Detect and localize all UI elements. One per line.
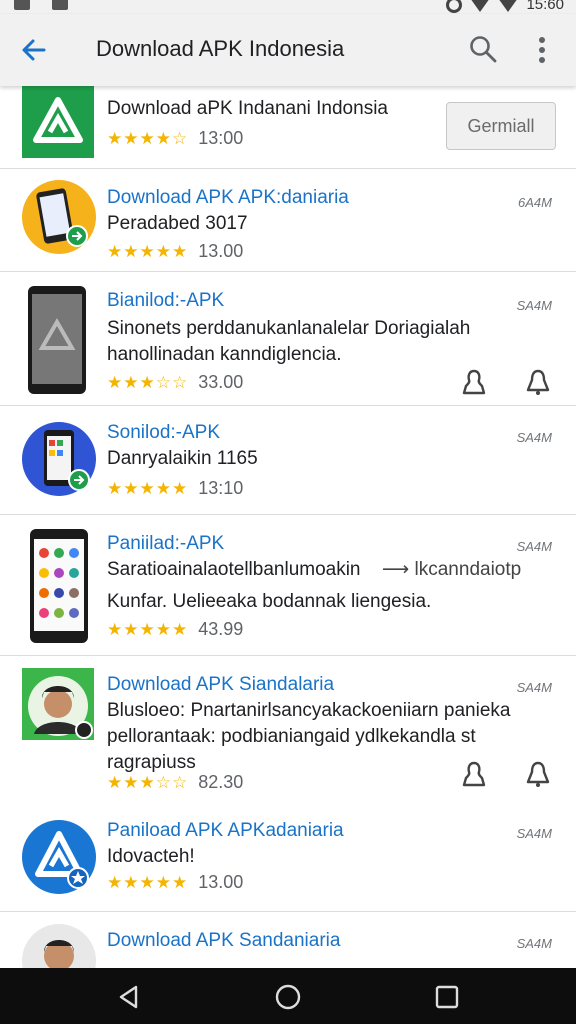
- app-rating: ★★★★★ 13.00: [107, 241, 243, 262]
- recents-nav-icon[interactable]: [434, 984, 460, 1010]
- app-description: Peradabed 3017: [107, 213, 248, 234]
- rating-value: 43.99: [198, 619, 244, 639]
- app-row[interactable]: Paniilad:-APK Saratioainalaotellbanlumoa…: [0, 515, 576, 656]
- notification-bell-icon[interactable]: [524, 368, 552, 396]
- rating-stars: ★★★★★: [107, 619, 189, 639]
- back-arrow-icon[interactable]: [20, 36, 48, 64]
- app-row[interactable]: Bianilod:-APK Sinonets perddanukanlanale…: [0, 272, 576, 406]
- rating-value: 33.00: [198, 372, 244, 392]
- app-size: SA4M: [516, 430, 552, 445]
- app-rating: ★★★★★ 43.99: [107, 619, 243, 640]
- app-icon-phone: [28, 286, 86, 394]
- notification-icon: [14, 0, 30, 10]
- app-row[interactable]: Download APK Siandalaria Blusloeo: Pnart…: [0, 656, 576, 806]
- app-name: Bianilod:-APK: [107, 290, 225, 311]
- app-name: Sonilod:-APK: [107, 422, 221, 443]
- app-row[interactable]: Paniload APK APKadaniaria Idovacteh! ★★★…: [0, 806, 576, 912]
- app-bar: Download APK Indonesia: [0, 14, 576, 86]
- status-time: 15:60: [526, 0, 564, 13]
- rating-value: 13:10: [198, 478, 244, 498]
- page-title: Download APK Indonesia: [96, 36, 345, 61]
- featured-app-row[interactable]: Download aPK Indanani Indonsia ★★★★☆ 13:…: [0, 86, 576, 169]
- app-size: SA4M: [516, 298, 552, 313]
- rating-value: 82.30: [198, 772, 244, 792]
- install-button[interactable]: Germiall: [446, 102, 556, 150]
- app-size: SA4M: [516, 680, 552, 695]
- rating-stars: ★★★★★: [107, 478, 189, 498]
- app-icon-avatar: [22, 924, 96, 968]
- app-description-line2: Kunfar. Uelieeaka bodannak liengesia.: [107, 591, 432, 612]
- rating-stars: ★★★☆☆: [107, 772, 189, 792]
- app-description: Danryalaikin 1165: [107, 448, 258, 469]
- app-row[interactable]: Download APK Sandaniaria SA4M: [0, 912, 576, 968]
- user-icon[interactable]: [460, 368, 488, 396]
- lock-icon: [52, 0, 68, 10]
- app-icon-phone: [22, 180, 96, 254]
- app-row[interactable]: Sonilod:-APK Danryalaikin 1165 ★★★★★ 13:…: [0, 406, 576, 515]
- rating-value: 13.00: [198, 241, 244, 261]
- wifi-icon: [470, 0, 491, 12]
- app-rating: ★★★★★ 13.00: [107, 872, 243, 893]
- app-name: Paniilad:-APK: [107, 533, 225, 554]
- app-rating: ★★★☆☆ 82.30: [107, 772, 243, 793]
- app-list: Download aPK Indanani Indonsia ★★★★☆ 13:…: [0, 86, 576, 968]
- app-icon-phone: [22, 422, 96, 496]
- signal-icon: [498, 0, 519, 12]
- home-nav-icon[interactable]: [275, 984, 301, 1010]
- app-size: SA4M: [516, 539, 552, 554]
- app-description: Sinonets perddanukanlanalelar Doriagiala…: [107, 318, 471, 365]
- back-nav-icon[interactable]: [116, 984, 142, 1010]
- app-name: Paniload APK APKadaniaria: [107, 820, 344, 841]
- app-icon-phone: [30, 529, 88, 643]
- rating-value: 13.00: [198, 872, 244, 892]
- navigation-bar: [0, 968, 576, 1024]
- featured-app-rating: ★★★★☆ 13:00: [107, 128, 243, 149]
- app-row[interactable]: Download APK APK:daniaria Peradabed 3017…: [0, 169, 576, 272]
- app-rating: ★★★☆☆ 33.00: [107, 372, 243, 393]
- app-name: Download APK APK:daniaria: [107, 187, 349, 208]
- alarm-icon: [446, 0, 463, 13]
- app-size: 6A4M: [518, 195, 552, 210]
- app-name: Download APK Sandaniaria: [107, 930, 341, 951]
- app-description: Saratioainalaotellbanlumoakin: [107, 559, 361, 580]
- app-rating: ★★★★★ 13:10: [107, 478, 243, 499]
- status-bar: 15:60: [0, 0, 576, 14]
- app-size: SA4M: [516, 826, 552, 841]
- search-icon[interactable]: [468, 34, 498, 64]
- app-size: SA4M: [516, 936, 552, 951]
- user-icon[interactable]: [460, 760, 488, 788]
- rating-stars: ★★★☆☆: [107, 372, 189, 392]
- app-name: Download APK Siandalaria: [107, 674, 335, 695]
- rating-stars: ★★★★☆: [107, 128, 189, 148]
- rating-value: 13:00: [198, 128, 244, 148]
- app-logo-icon: [22, 86, 94, 158]
- app-icon-logo: [22, 820, 96, 894]
- rating-stars: ★★★★★: [107, 872, 189, 892]
- rating-stars: ★★★★★: [107, 241, 189, 261]
- notification-bell-icon[interactable]: [524, 760, 552, 788]
- more-options-icon[interactable]: [530, 34, 554, 66]
- app-description-extra: ⟶ lkcanndaiotp: [382, 559, 522, 580]
- featured-app-name: Download aPK Indanani Indonsia: [107, 98, 388, 119]
- app-icon-avatar: [22, 668, 94, 740]
- app-description: Idovacteh!: [107, 846, 195, 867]
